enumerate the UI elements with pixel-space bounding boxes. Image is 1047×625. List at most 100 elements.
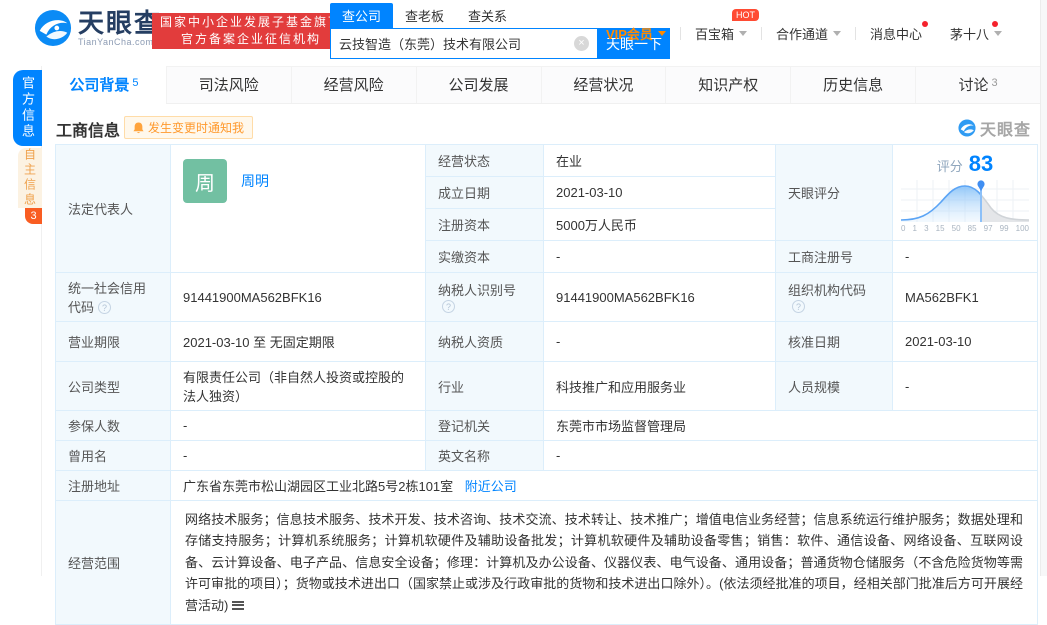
page-scrollbar[interactable] [1040,0,1047,576]
field-label: 人员规模 [775,361,893,411]
field-value: 2021-03-10 [892,321,1038,362]
tianyancha-logo[interactable]: 天眼查 TianYanCha.com [34,9,162,47]
tab-operating-status[interactable]: 经营状况 [540,67,666,103]
legal-rep-link[interactable]: 周明 [241,171,269,191]
tab-intellectual-property[interactable]: 知识产权 [665,67,790,103]
field-label: 成立日期 [425,176,544,209]
search-input-wrap: × [330,28,598,59]
certification-line2: 官方备案企业征信机构 [181,32,322,46]
field-value: 91441900MA562BFK16 [170,272,426,322]
certification-badge: 国家中小企业发展子基金旗下 官方备案企业征信机构 [152,13,351,49]
field-label: 实缴资本 [425,240,544,273]
nav-toolbox[interactable]: HOT 百宝箱 [681,9,761,43]
field-value: - [170,440,426,471]
field-label: 纳税人识别号? [425,272,544,322]
field-value: - [892,361,1038,411]
tab-discussion[interactable]: 讨论 3 [915,67,1040,103]
nav-cooperation[interactable]: 合作通道 [762,24,855,43]
field-label: 核准日期 [775,321,893,362]
notify-on-change-button[interactable]: 发生变更时通知我 [124,116,254,139]
field-label: 公司类型 [55,361,171,411]
field-value: - [543,240,776,273]
field-label: 统一社会信用代码? [55,272,171,322]
tab-count: 3 [991,77,998,89]
field-label: 工商注册号 [775,240,893,273]
company-section-tabs: 公司背景 5 司法风险 经营风险 公司发展 经营状况 知识产权 历史信息 讨论 3 [42,66,1040,104]
business-scope-value: 网络技术服务；信息技术服务、技术开发、技术咨询、技术交流、技术转让、技术推广；增… [170,499,1038,625]
help-icon[interactable]: ? [98,301,112,314]
side-tab-self-reported-info[interactable]: 自主信息 [18,148,42,208]
table-row: 法定代表人 周 周明 经营状态 在业 天眼评分 评分 83 0 1 3 15 5… [55,144,1038,273]
field-value: 广东省东莞市松山湖园区工业北路5号2栋101室 附近公司 [170,470,1038,501]
tab-operating-risk[interactable]: 经营风险 [290,67,416,103]
field-value: MA562BFK1 [892,272,1038,322]
tab-company-background[interactable]: 公司背景 5 [42,66,166,104]
table-row: 曾用名 - 英文名称 - [55,440,1038,471]
field-value: 5000万人民币 [543,208,776,241]
chevron-down-icon [994,31,1002,36]
search-tab-boss[interactable]: 查老板 [393,3,456,28]
nav-vip[interactable]: VIP会员 [592,24,680,43]
chevron-down-icon [738,31,747,36]
field-value: - [543,321,776,362]
field-value: 2021-03-10 [543,176,776,209]
tab-judicial-risk[interactable]: 司法风险 [165,67,291,103]
tab-history-info[interactable]: 历史信息 [790,67,915,103]
search-tab-relation[interactable]: 查关系 [456,3,519,28]
tab-count: 5 [132,77,139,89]
field-value: - [170,410,426,441]
field-label: 曾用名 [55,440,171,471]
field-label: 组织机构代码? [775,272,893,322]
field-label: 经营状态 [425,144,544,177]
field-value: - [892,240,1038,273]
tab-company-development[interactable]: 公司发展 [415,67,541,103]
legal-rep-cell: 周 周明 [170,144,426,273]
chevron-down-icon [832,31,841,36]
score-axis-labels: 0 1 3 15 50 85 97 99 100 [901,224,1029,233]
avatar[interactable]: 周 [183,159,227,203]
legal-rep-label: 法定代表人 [55,144,171,273]
table-row: 营业期限 2021-03-10 至 无固定期限 纳税人资质 - 核准日期 202… [55,321,1038,362]
field-value: 91441900MA562BFK16 [543,272,776,322]
field-value: 科技推广和应用服务业 [543,361,776,411]
table-row: 参保人数 - 登记机关 东莞市市场监督管理局 [55,410,1038,441]
field-label: 注册地址 [55,470,171,501]
clear-icon[interactable]: × [574,36,589,51]
field-value: 2021-03-10 至 无固定期限 [170,321,426,362]
field-label: 营业期限 [55,321,171,362]
nav-messages[interactable]: 消息中心 [856,21,936,43]
table-row: 统一社会信用代码? 91441900MA562BFK16 纳税人识别号? 914… [55,272,1038,322]
field-label: 行业 [425,361,544,411]
search-input[interactable] [339,36,574,51]
score-distribution-chart [901,180,1029,222]
table-row: 公司类型 有限责任公司（非自然人投资或控股的法人独资） 行业 科技推广和应用服务… [55,361,1038,411]
section-title: 工商信息 [56,123,121,140]
nav-user[interactable]: 茅十八 [936,21,1016,43]
help-icon[interactable]: ? [792,300,805,313]
nearby-companies-link[interactable]: 附近公司 [465,479,517,494]
expand-icon[interactable] [232,600,245,610]
field-value: - [543,440,1038,471]
table-row: 注册地址 广东省东莞市松山湖园区工业北路5号2栋101室 附近公司 [55,470,1038,501]
watermark-text: 天眼查 [979,122,1031,139]
score-value: 83 [968,151,994,176]
field-label: 英文名称 [425,440,544,471]
field-label: 登记机关 [425,410,544,441]
notification-dot [992,21,998,27]
logo-text: 天眼查 [78,7,163,38]
logo-domain: TianYanCha.com [78,36,154,47]
business-info-table: 法定代表人 周 周明 经营状态 在业 天眼评分 评分 83 0 1 3 15 5… [55,144,1038,625]
field-label: 注册资本 [425,208,544,241]
tianyan-score-widget: 评分 83 0 1 3 15 50 85 97 99 100 [892,144,1038,241]
bell-icon [133,122,144,133]
help-icon[interactable]: ? [442,300,455,313]
top-nav: VIP会员 HOT 百宝箱 合作通道 消息中心 茅十八 [592,9,1016,43]
notification-dot [921,21,928,27]
field-value: 有限责任公司（非自然人投资或控股的法人独资） [170,361,426,411]
chevron-down-icon [657,31,666,36]
side-tab-official-info[interactable]: 官方信息 [13,70,42,146]
tianyancha-logo-icon [958,119,976,137]
search-tab-company[interactable]: 查公司 [330,3,394,28]
field-label: 经营范围 [55,499,171,625]
side-tab-count-badge: 3 [25,208,42,224]
